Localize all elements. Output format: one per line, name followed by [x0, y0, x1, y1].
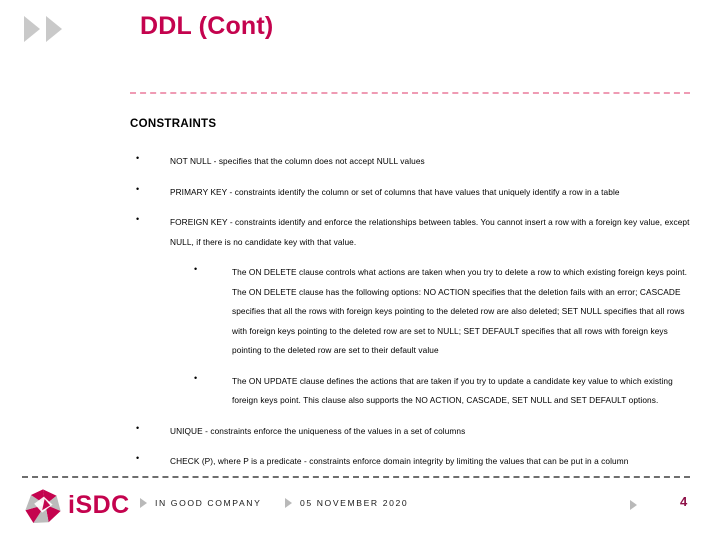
footer-date-label: 05 NOVEMBER 2020: [300, 498, 409, 508]
slide-footer: iSDC IN GOOD COMPANY 05 NOVEMBER 2020 4: [0, 484, 720, 540]
list-item: • CHECK (P), where P is a predicate - co…: [130, 452, 690, 472]
bullet-icon: •: [136, 214, 140, 224]
triangle-right-icon: [630, 500, 637, 510]
bullet-icon: •: [136, 153, 140, 163]
triangle-right-icon: [46, 16, 62, 42]
list-item-text: PRIMARY KEY - constraints identify the c…: [170, 186, 620, 197]
divider-bottom: [22, 476, 690, 478]
triangle-right-icon: [140, 498, 147, 508]
bullet-icon: •: [136, 422, 140, 433]
list-item: • UNIQUE - constraints enforce the uniqu…: [130, 422, 690, 442]
footer-tagline-label: IN GOOD COMPANY: [155, 498, 262, 508]
list-item-text: The ON UPDATE clause defines the actions…: [232, 375, 673, 406]
slide-canvas: DDL (Cont) CONSTRAINTS • NOT NULL - spec…: [0, 0, 720, 540]
list-item-text: UNIQUE - constraints enforce the uniquen…: [170, 425, 466, 436]
bullet-icon: •: [194, 264, 198, 274]
bullet-icon: •: [136, 183, 140, 194]
list-item: • PRIMARY KEY - constraints identify the…: [130, 183, 690, 203]
isdc-wordmark: iSDC: [68, 490, 130, 520]
triangle-right-icon: [24, 16, 40, 42]
list-item-text: FOREIGN KEY - constraints identify and e…: [170, 217, 690, 247]
list-item-text: The ON DELETE clause controls what actio…: [232, 267, 688, 355]
list-item-nested: • The ON UPDATE clause defines the actio…: [130, 372, 690, 411]
bullet-icon: •: [136, 453, 140, 463]
slide-body: CONSTRAINTS • NOT NULL - specifies that …: [130, 118, 690, 483]
list-item: • FOREIGN KEY - constraints identify and…: [130, 213, 690, 252]
list-item-text: CHECK (P), where P is a predicate - cons…: [170, 456, 629, 466]
footer-item-tagline: IN GOOD COMPANY: [140, 498, 261, 508]
isdc-pinwheel-logo-icon: [20, 487, 66, 527]
divider-top: [130, 92, 690, 94]
list-item: • NOT NULL - specifies that the column d…: [130, 152, 690, 172]
section-heading: CONSTRAINTS: [130, 118, 217, 130]
header-arrow-group: [24, 16, 62, 42]
list-item-nested: • The ON DELETE clause controls what act…: [130, 263, 690, 361]
logo-text-rest: SDC: [75, 491, 130, 519]
list-item-text: NOT NULL - specifies that the column doe…: [170, 156, 425, 166]
bullet-icon: •: [194, 372, 198, 383]
page-title: DDL (Cont): [140, 12, 274, 40]
page-number: 4: [680, 494, 688, 509]
footer-item-date: 05 NOVEMBER 2020: [285, 498, 408, 508]
triangle-right-icon: [285, 498, 292, 508]
